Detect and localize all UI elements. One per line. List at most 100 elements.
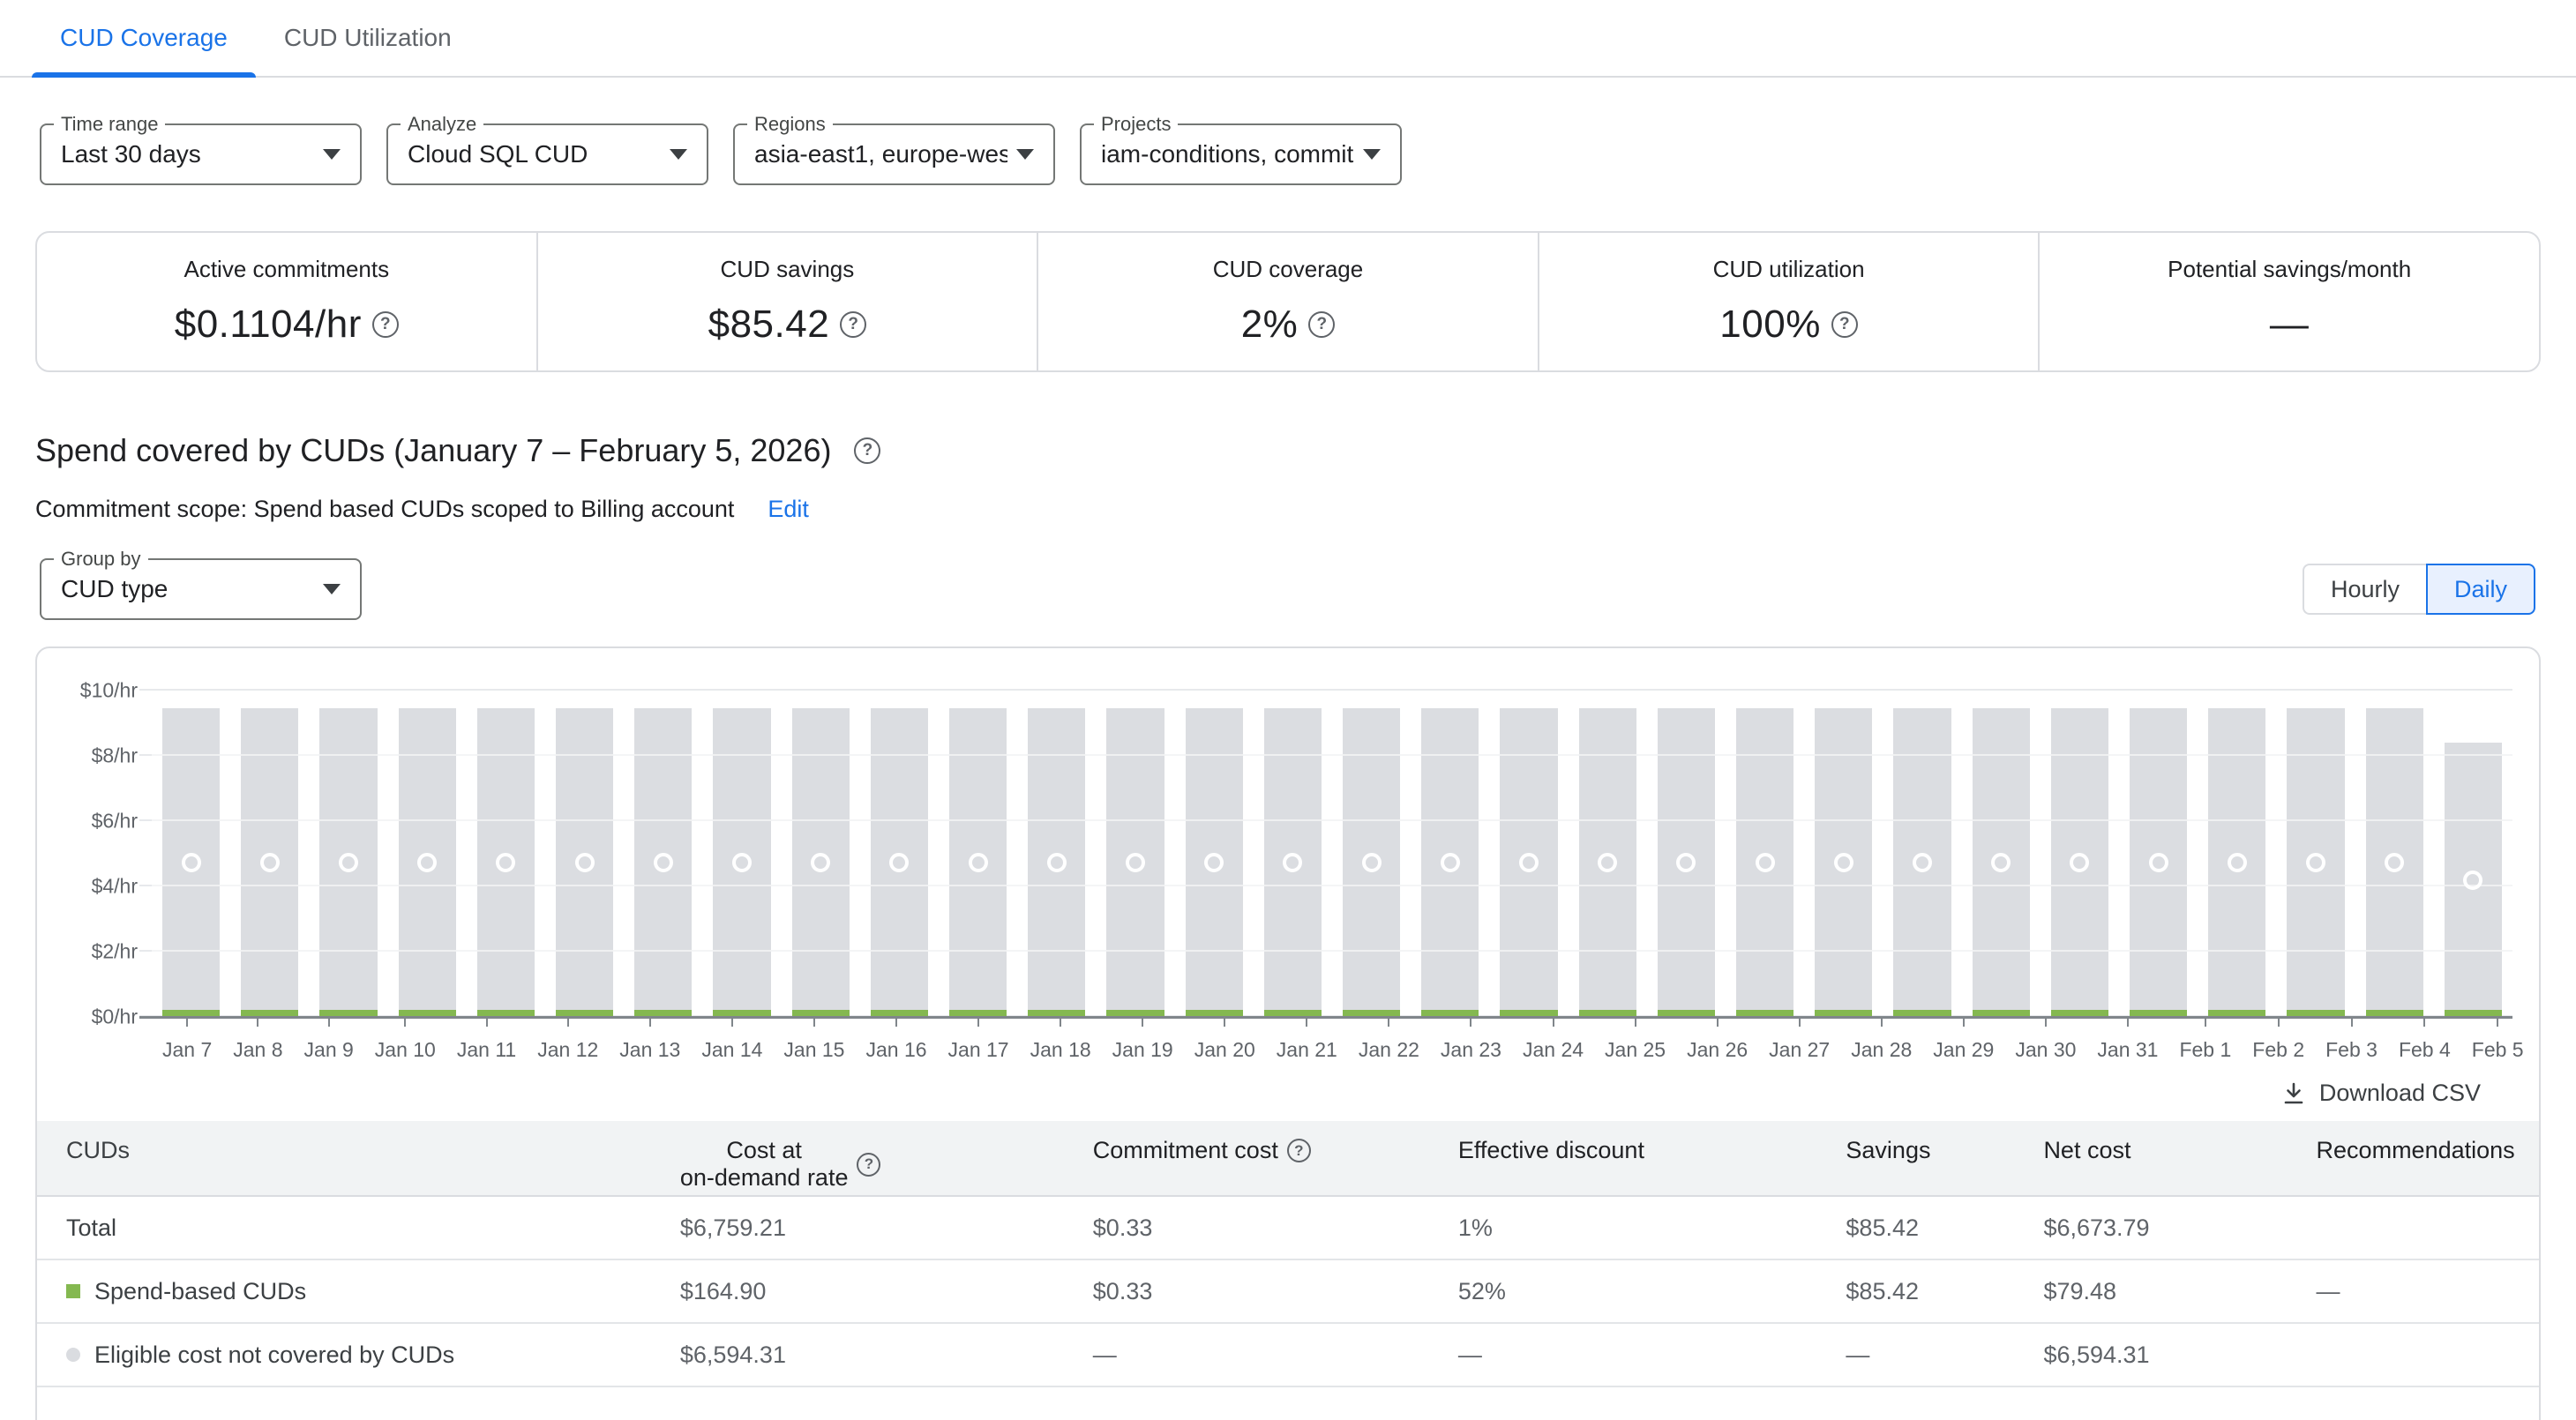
bar-column-jan-30: [1973, 691, 2030, 1017]
cud-breakdown-table: CUDsCost aton-demand rate?Commitment cos…: [37, 1121, 2539, 1387]
time-range-value: Last 30 days: [61, 140, 314, 168]
hourly-toggle-button[interactable]: Hourly: [2303, 564, 2426, 615]
edit-scope-link[interactable]: Edit: [768, 496, 809, 523]
time-range-select[interactable]: Time range Last 30 days: [40, 123, 362, 185]
help-icon[interactable]: ?: [1831, 311, 1858, 338]
column-header: Net cost: [2043, 1137, 2316, 1164]
table-cell: —: [2317, 1278, 2539, 1305]
x-axis-tick-jan-19: Jan 19: [1112, 1017, 1173, 1062]
circle-marker: [1598, 853, 1617, 872]
group-by-value: CUD type: [61, 575, 314, 603]
date-label: Jan 29: [1933, 1038, 1994, 1062]
x-axis-tick-jan-8: Jan 8: [233, 1017, 282, 1062]
x-axis-labels: Jan 7 Jan 8 Jan 9 Jan 10 Jan 11 Jan 12 J…: [152, 1017, 2512, 1062]
y-axis-label: $0/hr: [92, 1005, 138, 1029]
column-header: Effective discount: [1458, 1137, 1846, 1164]
date-label: Feb 2: [2252, 1038, 2304, 1062]
stat-label: CUD utilization: [1713, 256, 1865, 283]
x-axis-tick-feb-4: Feb 4: [2399, 1017, 2451, 1062]
bar-column-jan-29: [1893, 691, 1951, 1017]
stat-value: $85.42: [708, 303, 830, 347]
table-cell: —: [1093, 1342, 1458, 1369]
bar-column-jan-8: [241, 691, 298, 1017]
download-csv-button[interactable]: Download CSV: [37, 1080, 2481, 1107]
help-icon[interactable]: ?: [854, 437, 880, 464]
bar-column-jan-28: [1815, 691, 1872, 1017]
gridline-overlay: [152, 950, 2512, 952]
y-axis-label: $4/hr: [92, 875, 138, 899]
table-row: Spend-based CUDs$164.90$0.3352%$85.42$79…: [37, 1260, 2539, 1324]
bar-chart-plot-area: $0/hr$2/hr$4/hr$6/hr$8/hr$10/hr: [152, 691, 2512, 1017]
tab-cud-utilization[interactable]: CUD Utilization: [256, 0, 480, 76]
help-icon[interactable]: ?: [372, 311, 399, 338]
stat-label: Potential savings/month: [2168, 256, 2411, 283]
table-cell: $6,759.21: [680, 1214, 1093, 1242]
x-axis-tick-jan-29: Jan 29: [1933, 1017, 1994, 1062]
bar-column-jan-14: [713, 691, 770, 1017]
daily-toggle-button[interactable]: Daily: [2426, 564, 2535, 615]
circle-marker: [260, 853, 280, 872]
x-axis-tick-jan-20: Jan 20: [1194, 1017, 1255, 1062]
table-cell: 52%: [1458, 1278, 1846, 1305]
date-label: Jan 31: [2097, 1038, 2158, 1062]
x-axis-tick-feb-1: Feb 1: [2179, 1017, 2231, 1062]
stat-active-commitments: Active commitments $0.1104/hr ?: [37, 233, 536, 370]
stat-value: $0.1104/hr: [175, 303, 362, 347]
table-cell: $85.42: [1846, 1214, 2043, 1242]
commitment-scope-text: Commitment scope: Spend based CUDs scope…: [35, 496, 734, 523]
circle-marker: [2306, 853, 2325, 872]
circle-marker: [182, 853, 201, 872]
circle-marker: [417, 853, 437, 872]
circle-marker: [1362, 853, 1382, 872]
circle-marker: [1204, 853, 1224, 872]
x-axis-tick-jan-9: Jan 9: [304, 1017, 354, 1062]
help-icon[interactable]: ?: [1287, 1139, 1311, 1162]
column-header: Cost aton-demand rate?: [680, 1137, 1093, 1192]
circle-marker: [496, 853, 515, 872]
date-label: Jan 12: [537, 1038, 598, 1062]
bar-column-jan-11: [477, 691, 535, 1017]
help-icon[interactable]: ?: [1308, 311, 1335, 338]
x-axis-tick-jan-23: Jan 23: [1441, 1017, 1501, 1062]
bar-column-feb-5: [2445, 691, 2502, 1017]
regions-select[interactable]: Regions asia-east1, europe-west…: [733, 123, 1055, 185]
date-label: Jan 23: [1441, 1038, 1501, 1062]
circle-marker: [1519, 853, 1539, 872]
bar-column-feb-3: [2287, 691, 2344, 1017]
date-label: Jan 25: [1605, 1038, 1666, 1062]
regions-label: Regions: [747, 113, 833, 136]
row-label-cell: Spend-based CUDs: [37, 1278, 680, 1305]
projects-select[interactable]: Projects iam-conditions, commit…: [1080, 123, 1402, 185]
stat-label: CUD savings: [721, 256, 855, 283]
stats-summary-card: Active commitments $0.1104/hr ? CUD savi…: [35, 231, 2541, 372]
bar-column-jan-23: [1421, 691, 1479, 1017]
table-cell: $6,594.31: [680, 1342, 1093, 1369]
table-header-row: CUDsCost aton-demand rate?Commitment cos…: [37, 1121, 2539, 1197]
date-label: Jan 14: [701, 1038, 762, 1062]
analyze-select[interactable]: Analyze Cloud SQL CUD: [386, 123, 708, 185]
circle-marker: [889, 853, 909, 872]
circle-marker: [1834, 853, 1853, 872]
x-axis-tick-jan-30: Jan 30: [2015, 1017, 2076, 1062]
stat-label: CUD coverage: [1213, 256, 1364, 283]
bar-column-jan-12: [556, 691, 613, 1017]
x-axis-tick-jan-13: Jan 13: [619, 1017, 680, 1062]
gridline-overlay: [152, 819, 2512, 821]
group-by-select[interactable]: Group by CUD type: [40, 558, 362, 620]
help-icon[interactable]: ?: [857, 1153, 880, 1177]
date-label: Jan 8: [233, 1038, 282, 1062]
bar-column-jan-18: [1028, 691, 1085, 1017]
date-label: Jan 18: [1030, 1038, 1091, 1062]
bar-column-jan-20: [1186, 691, 1243, 1017]
x-axis-tick-jan-28: Jan 28: [1851, 1017, 1912, 1062]
tab-cud-coverage[interactable]: CUD Coverage: [32, 0, 256, 76]
y-axis-label: $6/hr: [92, 810, 138, 833]
x-axis-tick-jan-18: Jan 18: [1030, 1017, 1091, 1062]
bar-column-jan-17: [949, 691, 1007, 1017]
help-icon[interactable]: ?: [840, 311, 866, 338]
chevron-down-icon: [1363, 149, 1381, 160]
row-label-cell: Eligible cost not covered by CUDs: [37, 1342, 680, 1369]
bar-column-jan-16: [871, 691, 928, 1017]
stat-cud-coverage: CUD coverage 2% ?: [1037, 233, 1538, 370]
bar-column-feb-2: [2208, 691, 2265, 1017]
